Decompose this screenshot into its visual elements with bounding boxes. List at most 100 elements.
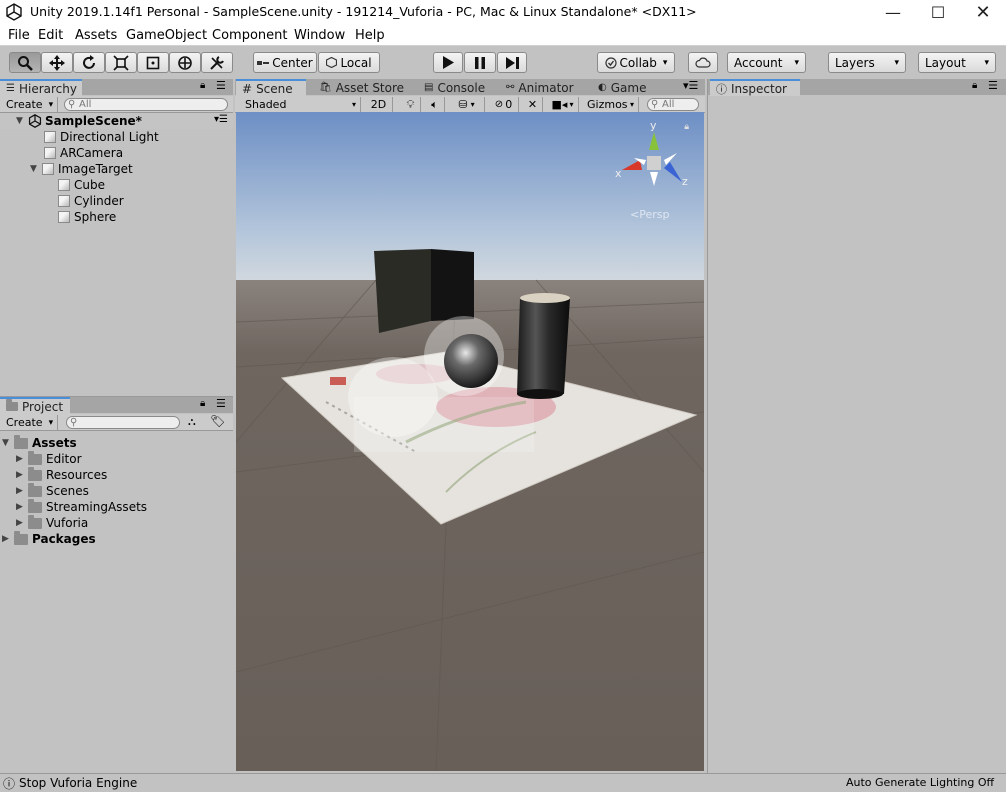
panel-menu-icon[interactable]: ☰ bbox=[216, 397, 226, 410]
pause-button[interactable] bbox=[464, 52, 496, 73]
scale-tool-button[interactable] bbox=[105, 52, 137, 73]
project-folder-vuforia[interactable]: ▶ Vuforia bbox=[16, 514, 88, 531]
scene-search-placeholder: All bbox=[662, 99, 675, 110]
orientation-gizmo[interactable]: 🔒︎ y x z bbox=[612, 119, 692, 195]
project-root-assets[interactable]: ▼ Assets bbox=[2, 434, 77, 451]
hand-tool-button[interactable] bbox=[9, 52, 41, 73]
project-search-input[interactable]: ⚲ bbox=[66, 416, 180, 429]
hierarchy-item-imagetarget[interactable]: ▼ ImageTarget bbox=[30, 161, 133, 177]
rotate-tool-button[interactable] bbox=[73, 52, 105, 73]
pivot-center-button[interactable]: Center bbox=[253, 52, 317, 73]
menu-gameobject[interactable]: GameObject bbox=[126, 28, 207, 43]
hierarchy-search-input[interactable]: ⚲ All bbox=[64, 98, 228, 111]
project-folder-streamingassets[interactable]: ▶ StreamingAssets bbox=[16, 498, 147, 515]
custom-tool-button[interactable] bbox=[201, 52, 233, 73]
menu-assets[interactable]: Assets bbox=[75, 28, 117, 43]
play-button[interactable] bbox=[433, 52, 463, 73]
panel-menu-icon[interactable]: ☰ bbox=[216, 79, 226, 92]
lighting-toggle[interactable]: 💡︎ bbox=[401, 97, 421, 112]
expand-arrow-icon[interactable]: ▼ bbox=[30, 164, 42, 174]
tab-scene[interactable]: # Scene bbox=[236, 79, 306, 96]
lock-icon[interactable]: 🔒︎ bbox=[972, 80, 977, 91]
tab-asset-store[interactable]: 🛍︎ Asset Store bbox=[313, 79, 410, 96]
collapse-arrow-icon[interactable]: ▶ bbox=[16, 486, 28, 496]
project-folder-editor[interactable]: ▶ Editor bbox=[16, 450, 82, 467]
filter-type-icon[interactable]: ⛬ bbox=[188, 415, 196, 429]
tab-animator[interactable]: ⚯ Animator bbox=[500, 79, 580, 96]
tab-game[interactable]: ◐ Game bbox=[592, 79, 652, 96]
pivot-center-label: Center bbox=[272, 55, 313, 70]
camera-dropdown[interactable]: ■◂ ▾ bbox=[547, 97, 579, 112]
project-folder-resources[interactable]: ▶ Resources bbox=[16, 466, 107, 483]
tab-hierarchy[interactable]: ☰ Hierarchy bbox=[0, 79, 82, 96]
project-create-button[interactable]: Create bbox=[2, 415, 59, 430]
collab-dropdown[interactable]: Collab bbox=[597, 52, 675, 73]
expand-arrow-icon[interactable]: ▼ bbox=[2, 438, 14, 448]
gameobject-cube-icon bbox=[44, 131, 56, 143]
scene-tools-toggle[interactable]: ✕ bbox=[523, 97, 543, 112]
hierarchy-create-button[interactable]: Create bbox=[2, 97, 59, 112]
audio-toggle[interactable]: 🔈︎ bbox=[425, 97, 445, 112]
panel-menu-icon[interactable]: ▾☰ bbox=[683, 79, 698, 92]
hierarchy-item-sphere[interactable]: Sphere bbox=[58, 209, 116, 225]
warning-icon: ⓘ bbox=[3, 777, 16, 791]
gizmos-dropdown[interactable]: Gizmos ▾ bbox=[583, 97, 639, 112]
dropdown-arrow-icon: ▾ bbox=[470, 100, 475, 109]
2d-toggle[interactable]: 2D bbox=[365, 97, 393, 112]
lock-icon[interactable]: 🔒︎ bbox=[200, 398, 205, 409]
maximize-button[interactable]: ☐ bbox=[915, 0, 961, 25]
collapse-arrow-icon[interactable]: ▶ bbox=[16, 454, 28, 464]
step-button[interactable] bbox=[497, 52, 527, 73]
shading-dropdown[interactable]: Shaded ▾ bbox=[241, 97, 361, 112]
cloud-button[interactable] bbox=[688, 52, 718, 73]
collapse-arrow-icon[interactable]: ▶ bbox=[16, 470, 28, 480]
hierarchy-item-cylinder[interactable]: Cylinder bbox=[58, 193, 124, 209]
dropdown-arrow-icon: ▾ bbox=[629, 100, 634, 109]
scene-menu-icon[interactable]: ▾☰ bbox=[214, 114, 228, 125]
search-icon: ⚲ bbox=[651, 99, 659, 110]
game-icon: ◐ bbox=[598, 82, 607, 93]
scene-row[interactable]: ▼ SampleScene* ▾☰ bbox=[0, 113, 233, 129]
asset-store-tab-label: Asset Store bbox=[335, 80, 405, 95]
lock-icon[interactable]: 🔒︎ bbox=[200, 80, 205, 91]
tab-console[interactable]: ▤ Console bbox=[418, 79, 491, 96]
project-folder-scenes[interactable]: ▶ Scenes bbox=[16, 482, 89, 499]
panel-menu-icon[interactable]: ☰ bbox=[988, 79, 998, 92]
expand-arrow-icon[interactable]: ▼ bbox=[16, 116, 28, 126]
scene-tabbar: # Scene 🛍︎ Asset Store ▤ Console ⚯ Animator … bbox=[235, 79, 705, 96]
move-tool-button[interactable] bbox=[41, 52, 73, 73]
account-dropdown[interactable]: Account bbox=[727, 52, 806, 73]
hierarchy-item-label: Cylinder bbox=[74, 194, 124, 208]
minimize-button[interactable]: — bbox=[870, 0, 916, 25]
effects-dropdown[interactable]: ⛁ ▾ bbox=[449, 97, 485, 112]
project-root-packages[interactable]: ▶ Packages bbox=[2, 530, 96, 547]
collapse-arrow-icon[interactable]: ▶ bbox=[16, 502, 28, 512]
filter-label-icon[interactable]: 🏷︎ bbox=[210, 414, 225, 428]
transform-tool-button[interactable] bbox=[169, 52, 201, 73]
collapse-arrow-icon[interactable]: ▶ bbox=[2, 534, 14, 544]
tab-project[interactable]: Project bbox=[0, 397, 70, 414]
scene-viewport[interactable]: 🔒︎ y x z <Persp bbox=[236, 112, 704, 771]
menu-file[interactable]: File bbox=[8, 28, 30, 43]
menu-help[interactable]: Help bbox=[355, 28, 385, 43]
menu-component[interactable]: Component bbox=[212, 28, 287, 43]
projection-toggle[interactable]: <Persp bbox=[630, 208, 669, 221]
bulb-icon: 💡︎ bbox=[406, 97, 415, 111]
layout-dropdown[interactable]: Layout bbox=[918, 52, 996, 73]
pivot-local-button[interactable]: Local bbox=[318, 52, 380, 73]
hidden-objects-toggle[interactable]: ⊘ 0 bbox=[489, 97, 519, 112]
status-message[interactable]: Stop Vuforia Engine bbox=[19, 776, 137, 790]
menu-edit[interactable]: Edit bbox=[38, 28, 63, 43]
pivot-icon bbox=[257, 60, 270, 65]
hierarchy-search-placeholder: All bbox=[79, 99, 92, 110]
hierarchy-item-cube[interactable]: Cube bbox=[58, 177, 105, 193]
collapse-arrow-icon[interactable]: ▶ bbox=[16, 518, 28, 528]
scene-search-input[interactable]: ⚲ All bbox=[647, 98, 699, 111]
layers-dropdown[interactable]: Layers bbox=[828, 52, 906, 73]
menu-window[interactable]: Window bbox=[294, 28, 345, 43]
hierarchy-item-arcamera[interactable]: ARCamera bbox=[44, 145, 123, 161]
rect-tool-button[interactable] bbox=[137, 52, 169, 73]
hierarchy-item-directional-light[interactable]: Directional Light bbox=[44, 129, 159, 145]
tab-inspector[interactable]: ⓘ Inspector bbox=[710, 79, 800, 96]
close-button[interactable]: ✕ bbox=[960, 0, 1006, 25]
